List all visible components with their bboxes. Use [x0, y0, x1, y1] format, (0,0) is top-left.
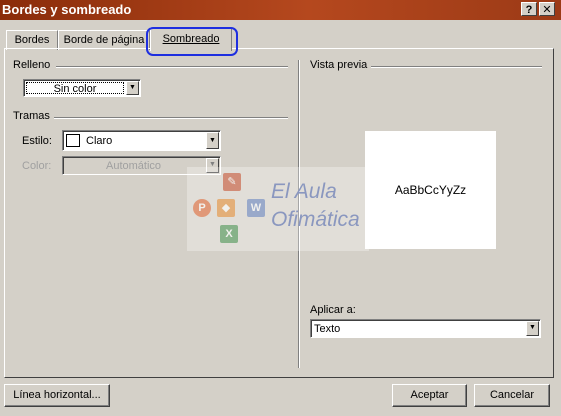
- aplicar-value: Texto: [314, 323, 341, 335]
- chevron-down-icon[interactable]: ▼: [526, 321, 539, 336]
- cancel-button[interactable]: Cancelar: [474, 384, 550, 407]
- powerpoint-logo-icon: P: [193, 199, 211, 217]
- vista-previa-separator: [371, 66, 542, 68]
- tab-bordes-label: Bordes: [14, 34, 50, 46]
- word-logo-icon: W: [247, 199, 265, 217]
- tab-bordes[interactable]: Bordes: [6, 30, 58, 50]
- color-label: Color:: [22, 160, 52, 172]
- watermark-line1: El Aula: [271, 180, 337, 203]
- preview-sample-text: AaBbCcYyZz: [394, 183, 467, 197]
- estilo-label: Estilo:: [22, 135, 52, 147]
- chevron-down-icon[interactable]: ▼: [126, 81, 139, 95]
- window-title: Bordes y sombreado: [2, 2, 132, 17]
- chevron-down-icon[interactable]: ▼: [206, 132, 219, 149]
- relleno-separator: [56, 66, 288, 68]
- pattern-swatch: [66, 134, 80, 147]
- estilo-value: Claro: [86, 135, 113, 147]
- horizontal-line-button[interactable]: Línea horizontal...: [4, 384, 110, 407]
- title-bar[interactable]: Bordes y sombreado ? ✕: [0, 0, 561, 20]
- tab-borde-de-pagina[interactable]: Borde de página: [58, 30, 150, 50]
- color-value: Automático: [105, 160, 162, 172]
- estilo-select[interactable]: Claro ▼: [62, 130, 221, 151]
- tab-highlight-annotation: [146, 27, 238, 56]
- excel-logo-icon: X: [220, 225, 238, 243]
- tramas-separator: [54, 117, 288, 119]
- relleno-color-picker[interactable]: Sin color ▼: [23, 79, 141, 97]
- close-button[interactable]: ✕: [539, 2, 555, 16]
- vista-previa-header: Vista previa: [310, 59, 368, 71]
- relleno-value: Sin color: [26, 82, 124, 95]
- preview-box: AaBbCcYyZz: [365, 131, 496, 249]
- aplicar-label: Aplicar a:: [310, 304, 356, 316]
- office-logo-icon: ◆: [217, 199, 235, 217]
- help-button[interactable]: ?: [521, 2, 537, 16]
- tab-borde-de-pagina-label: Borde de página: [63, 34, 145, 46]
- watermark-line2: Ofimática: [271, 208, 360, 231]
- aplicar-select[interactable]: Texto ▼: [310, 319, 541, 338]
- tramas-header: Tramas: [13, 110, 50, 122]
- watermark: P ◆ ✎ W X El Aula Ofimática: [187, 167, 369, 251]
- relleno-header: Relleno: [13, 59, 51, 71]
- pen-icon: ✎: [223, 173, 241, 191]
- accept-button[interactable]: Aceptar: [392, 384, 467, 407]
